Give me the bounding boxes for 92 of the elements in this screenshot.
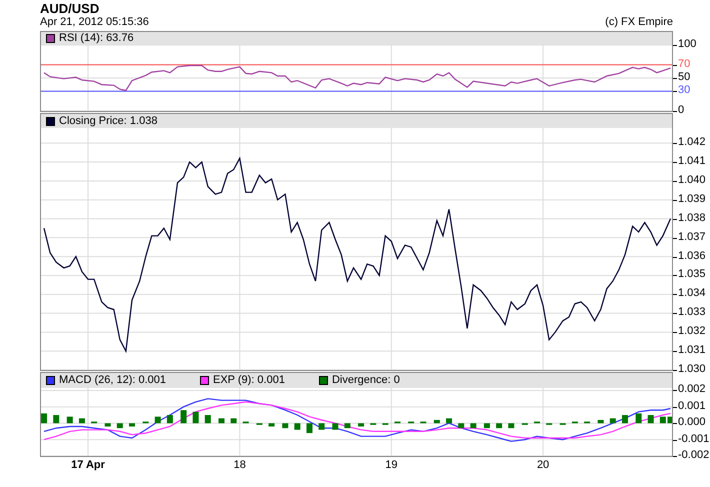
axis-label: 1.035 — [678, 269, 706, 280]
axis-label: 18 — [234, 460, 246, 471]
divergence-bar — [598, 420, 604, 424]
divergence-bar — [484, 423, 490, 428]
axis-label: 17 Apr — [71, 460, 105, 471]
divergence-bar — [294, 423, 300, 430]
axis-label: -0.002 — [678, 450, 710, 461]
divergence-bar — [306, 423, 312, 434]
divergence-bar — [446, 418, 452, 424]
axis-tick — [673, 456, 677, 457]
axis-label: 100 — [678, 39, 696, 50]
axis-label: 1.040 — [678, 174, 706, 186]
axis-label: 70 — [678, 58, 690, 70]
axis-tick — [673, 256, 677, 258]
axis-label: 0.002 — [678, 384, 706, 396]
copyright-text: (c) FX Empire — [605, 16, 673, 29]
divergence-bar — [470, 423, 476, 428]
axis-label: 1.033 — [678, 307, 706, 318]
axis-tick — [673, 238, 677, 239]
divergence-bar — [268, 423, 275, 426]
divergence-bar — [129, 423, 135, 426]
axis-label: 1.031 — [678, 345, 706, 356]
axis-tick — [673, 78, 677, 79]
divergence-bar — [648, 415, 654, 424]
axis-label: 20 — [536, 460, 550, 471]
legend-label: RSI (14): 63.76 — [59, 33, 134, 44]
axis-label: 1.034 — [678, 288, 706, 300]
divergence-bar — [496, 423, 502, 428]
divergence-bar — [622, 415, 628, 424]
axis-tick — [673, 390, 677, 392]
timestamp: Apr 21, 2012 05:15:36 — [40, 16, 149, 29]
divergence-bar — [104, 423, 111, 426]
divergence-bar — [41, 413, 48, 424]
axis-tick — [673, 423, 677, 424]
divergence-bar — [192, 412, 199, 424]
divergence-bar — [66, 416, 73, 424]
axis-label: 19 — [385, 460, 398, 471]
legend-label: MACD (26, 12): 0.001 — [59, 375, 166, 386]
legend-label: Divergence: 0 — [332, 375, 400, 386]
axis-label: 1.042 — [678, 137, 706, 148]
divergence-bar — [318, 423, 325, 430]
axis-label: 1.030 — [678, 364, 706, 375]
divergence-bar — [78, 418, 85, 424]
axis-tick — [673, 351, 677, 352]
axis-tick — [673, 200, 677, 201]
chart-title: AUD/USD — [40, 1, 100, 16]
divergence-bar — [230, 418, 237, 424]
divergence-bar — [434, 420, 440, 424]
axis-tick — [673, 111, 677, 112]
divergence-bar — [218, 418, 224, 424]
divergence-bar — [53, 415, 60, 424]
divergence-bar — [636, 413, 642, 424]
axis-tick — [673, 440, 677, 441]
divergence-bar — [180, 410, 187, 424]
axis-tick — [673, 294, 677, 296]
divergence-bar — [358, 423, 364, 426]
axis-label: 0.001 — [678, 400, 706, 412]
axis-label: 50 — [678, 72, 690, 83]
axis-tick — [673, 218, 677, 220]
axis-label: 1.037 — [678, 232, 706, 243]
axis-tick — [673, 45, 677, 46]
axis-tick — [673, 180, 677, 182]
divergence-bar — [610, 418, 616, 424]
legend-label: Closing Price: 1.038 — [59, 116, 158, 126]
axis-tick — [673, 332, 677, 334]
axis-label: 1.039 — [678, 194, 706, 205]
axis-tick — [673, 370, 677, 371]
axis-tick — [673, 313, 677, 314]
divergence-bar — [154, 416, 161, 424]
axis-tick — [673, 162, 677, 164]
divergence-bar — [508, 423, 514, 428]
axis-tick — [673, 91, 677, 92]
axis-label: 30 — [678, 85, 690, 96]
divergence-bar — [458, 423, 464, 428]
divergence-bar — [344, 423, 350, 428]
axis-tick — [673, 64, 677, 66]
divergence-bar — [332, 423, 338, 430]
divergence-bar — [116, 423, 123, 428]
divergence-bar — [166, 415, 173, 424]
legend-label: EXP (9): 0.001 — [213, 375, 285, 386]
axis-tick — [673, 143, 677, 144]
axis-tick — [673, 275, 677, 276]
divergence-bar — [204, 415, 211, 424]
axis-label: 0 — [678, 105, 684, 116]
divergence-bar — [282, 423, 288, 428]
axis-label: 1.041 — [678, 156, 706, 168]
axis-label: 1.032 — [678, 326, 706, 338]
axis-label: 1.038 — [678, 212, 706, 224]
axis-label: -0.001 — [678, 434, 710, 445]
axis-label: 0.000 — [678, 417, 706, 428]
axis-label: 1.036 — [678, 250, 706, 262]
axis-tick — [673, 406, 677, 408]
